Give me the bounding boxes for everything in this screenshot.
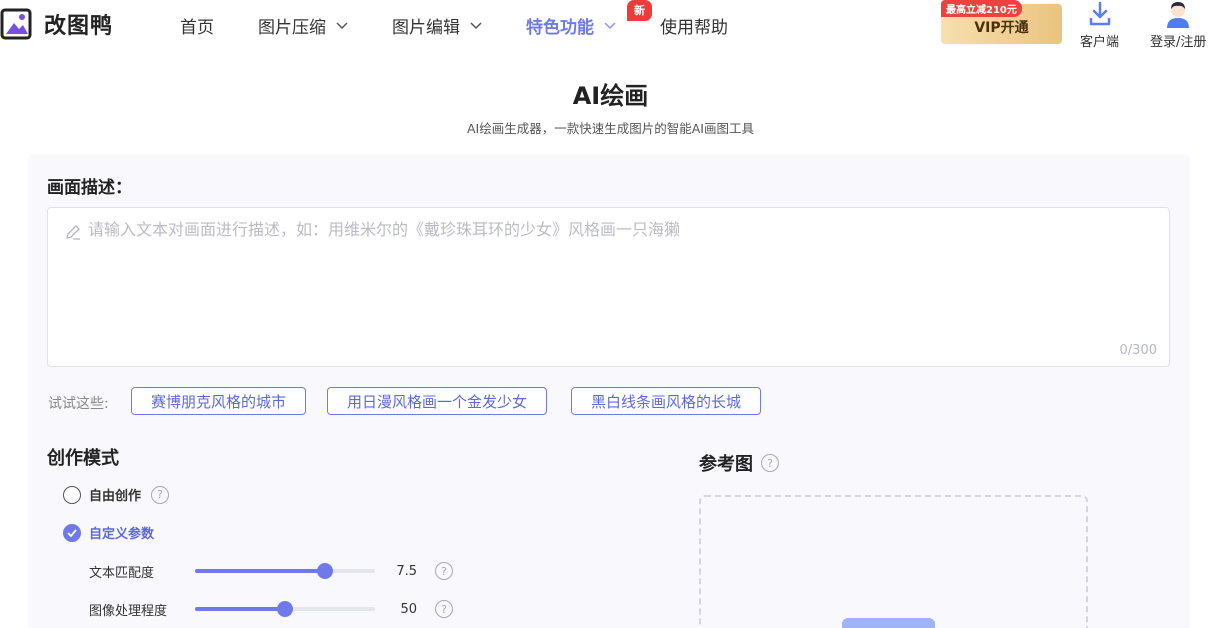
- nav-home[interactable]: 首页: [180, 13, 214, 38]
- nav-help[interactable]: 使用帮助: [660, 13, 728, 38]
- nav-edit-label: 图片编辑: [392, 18, 460, 38]
- page-title: AI绘画: [572, 82, 649, 110]
- page-subtitle: AI绘画生成器，一款快速生成图片的智能AI画图工具: [467, 121, 754, 136]
- avatar-icon: [1167, 2, 1190, 28]
- slider-thumb[interactable]: [277, 601, 293, 617]
- login-label: 登录/注册: [1150, 35, 1207, 50]
- param-text-match: 文本匹配度 7.5 ?: [89, 561, 453, 581]
- mode-custom-label: 自定义参数: [89, 527, 155, 542]
- image-strength-slider[interactable]: [195, 601, 375, 617]
- main-nav: 首页 图片压缩 图片编辑 特色功能 新 使用帮助: [180, 0, 772, 38]
- char-counter: 0/300: [1119, 343, 1157, 358]
- param-label: 文本匹配度: [89, 565, 155, 581]
- client-download-button[interactable]: 客户端: [1080, 0, 1119, 50]
- nav-compress[interactable]: 图片压缩: [258, 13, 348, 38]
- help-icon[interactable]: ?: [435, 600, 453, 618]
- mode-free[interactable]: 自由创作 ?: [63, 485, 170, 504]
- mode-label: 创作模式: [47, 448, 119, 469]
- login-button[interactable]: 登录/注册: [1150, 0, 1206, 50]
- help-icon[interactable]: ?: [761, 454, 779, 472]
- description-box[interactable]: 0/300: [47, 207, 1170, 367]
- nav-edit[interactable]: 图片编辑: [392, 13, 482, 38]
- vip-discount-tag: 最高立减210元: [941, 0, 1022, 17]
- chevron-down-icon: [470, 21, 482, 29]
- vip-button-label: VIP开通: [974, 20, 1029, 36]
- mode-free-label: 自由创作: [89, 489, 142, 504]
- param-value: 50: [400, 601, 417, 617]
- nav-compress-label: 图片压缩: [258, 18, 326, 38]
- param-label: 图像处理程度: [89, 603, 168, 619]
- nav-features[interactable]: 特色功能 新: [526, 0, 652, 38]
- description-input[interactable]: [88, 220, 1158, 239]
- radio-checked[interactable]: [63, 523, 81, 542]
- text-match-slider[interactable]: [195, 563, 375, 579]
- description-label: 画面描述：: [47, 178, 132, 198]
- client-label: 客户端: [1080, 35, 1120, 50]
- radio-unchecked[interactable]: [63, 485, 81, 504]
- suggestion-chip-3[interactable]: 黑白线条画风格的长城: [571, 387, 762, 415]
- pencil-icon: [66, 225, 80, 240]
- chevron-down-icon: [604, 21, 616, 29]
- download-icon: [1089, 1, 1110, 26]
- reference-section: 参考图 ?: [699, 450, 779, 476]
- reference-upload-area[interactable]: [699, 495, 1088, 628]
- help-icon[interactable]: ?: [435, 562, 453, 580]
- nav-features-label: 特色功能: [526, 18, 594, 38]
- reference-label: 参考图: [699, 454, 753, 475]
- top-header: 改图鸭 首页 图片压缩 图片编辑 特色功能 新 使用帮助 最高立减210元 VI…: [0, 0, 1221, 52]
- nav-help-label: 使用帮助: [660, 18, 728, 38]
- upload-button[interactable]: [842, 618, 935, 628]
- slider-fill: [195, 607, 285, 611]
- help-icon[interactable]: ?: [151, 485, 170, 504]
- suggestion-chip-2[interactable]: 用日漫风格画一个金发少女: [327, 387, 548, 415]
- mode-custom[interactable]: 自定义参数: [63, 523, 154, 542]
- brand-logo-icon: [0, 8, 32, 40]
- chevron-down-icon: [336, 21, 348, 29]
- slider-fill: [195, 569, 325, 573]
- vip-button[interactable]: 最高立减210元 VIP开通: [941, 0, 1062, 44]
- check-icon: [67, 528, 77, 537]
- param-image-strength: 图像处理程度 50 ?: [89, 599, 453, 619]
- suggestions-label: 试试这些:: [48, 396, 109, 412]
- new-badge: 新: [627, 0, 652, 21]
- nav-home-label: 首页: [180, 18, 214, 38]
- brand-logo[interactable]: 改图鸭: [0, 6, 113, 42]
- suggestion-chip-1[interactable]: 赛博朋克风格的城市: [131, 387, 307, 415]
- param-value: 7.5: [396, 563, 417, 579]
- brand-name: 改图鸭: [44, 14, 114, 39]
- slider-thumb[interactable]: [316, 563, 333, 579]
